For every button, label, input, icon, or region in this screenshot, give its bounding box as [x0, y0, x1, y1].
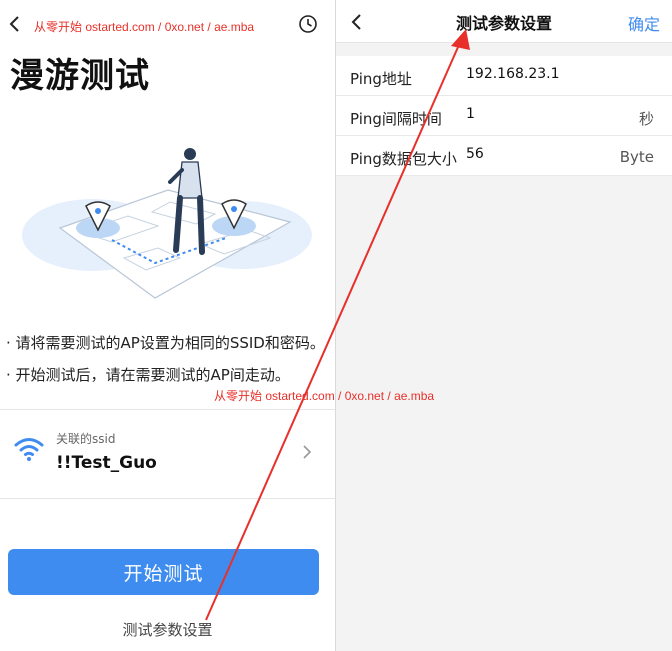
form-row[interactable]: Ping数据包大小 56 Byte — [336, 136, 672, 176]
field-label: Ping数据包大小 — [350, 150, 457, 168]
page-title: 漫游测试 — [10, 56, 150, 96]
unit-label: Byte — [619, 148, 654, 166]
clock-icon[interactable] — [298, 14, 318, 34]
params-form: Ping地址 192.168.23.1 Ping间隔时间 1 秒 Ping数据包… — [336, 56, 672, 176]
start-test-button[interactable]: 开始测试 — [8, 549, 319, 595]
ping-packet-size-input[interactable]: 56 — [466, 146, 484, 162]
right-screen: 测试参数设置 确定 Ping地址 192.168.23.1 Ping间隔时间 1… — [336, 0, 672, 651]
instruction-line-1: · 请将需要测试的AP设置为相同的SSID和密码。 — [6, 334, 325, 352]
instruction-line-2: · 开始测试后，请在需要测试的AP间走动。 — [6, 366, 290, 384]
field-label: Ping间隔时间 — [350, 110, 442, 128]
unit-label: 秒 — [638, 110, 654, 128]
page-title: 测试参数设置 — [455, 14, 552, 33]
back-arrow-icon[interactable] — [8, 16, 22, 32]
left-screen: 从零开始 ostarted.com / 0xo.net / ae.mba 漫游测… — [0, 0, 335, 651]
test-params-link[interactable]: 测试参数设置 — [0, 619, 335, 640]
watermark-text: 从零开始 ostarted.com / 0xo.net / ae.mba — [214, 389, 435, 403]
chevron-right-icon[interactable] — [302, 444, 312, 460]
watermark-text: 从零开始 ostarted.com / 0xo.net / ae.mba — [34, 20, 255, 34]
divider — [0, 498, 335, 499]
nav-bar: 测试参数设置 确定 — [336, 0, 672, 43]
field-label: Ping地址 — [350, 70, 412, 88]
ping-address-input[interactable]: 192.168.23.1 — [466, 66, 560, 82]
divider — [0, 409, 335, 410]
ssid-value[interactable]: !!Test_Guo — [56, 453, 157, 473]
form-row[interactable]: Ping间隔时间 1 秒 — [336, 96, 672, 136]
form-row[interactable]: Ping地址 192.168.23.1 — [336, 56, 672, 96]
ping-interval-input[interactable]: 1 — [466, 106, 475, 122]
confirm-button[interactable]: 确定 — [628, 11, 660, 35]
wifi-icon — [14, 436, 44, 462]
ssid-caption: 关联的ssid — [56, 432, 116, 446]
roaming-illustration — [20, 140, 320, 310]
